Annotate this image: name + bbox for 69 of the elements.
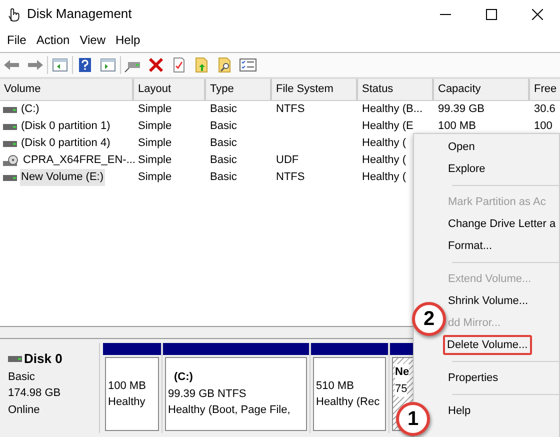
menu-option[interactable]: Help — [447, 404, 472, 418]
column-header[interactable]: Type — [206, 79, 272, 100]
disk-name: Disk 0 — [24, 350, 62, 368]
disc-drive-icon — [3, 154, 19, 166]
table-cell-text: Basic — [209, 153, 238, 168]
partition-info: Healthy (Boot, Page File, — [168, 403, 290, 418]
column-header[interactable]: Volume — [0, 79, 134, 100]
table-cell-text: Simple — [137, 170, 173, 186]
table-cell-text: 30.6 — [533, 102, 556, 118]
table-cell-text: 99.39 GB — [437, 102, 486, 118]
table-cell-text: Simple — [137, 102, 173, 118]
table-cell-text: Healthy (E — [361, 119, 414, 134]
maximize-icon — [486, 8, 496, 20]
table-cell-text: Simple — [137, 136, 173, 152]
table-cell-text: NTFS — [275, 102, 306, 118]
table-cell-text: Basic — [209, 136, 238, 152]
drive-icon — [3, 140, 17, 146]
window-title: Disk Management — [27, 5, 132, 24]
partition-info: 75 — [395, 380, 408, 397]
table-cell-text: NTFS — [275, 170, 306, 186]
drive-icon — [8, 356, 22, 362]
table-cell-text: 100 MB — [437, 119, 477, 134]
disk-status: Online — [8, 402, 41, 418]
table-cell-text: Healthy ( — [361, 153, 408, 168]
drive-icon — [3, 106, 17, 112]
table-cell-text: Simple — [137, 119, 173, 134]
menu-item[interactable]: Action — [31, 29, 75, 51]
column-header[interactable]: File System — [272, 79, 358, 100]
table-cell-text: Healthy (B... — [361, 102, 424, 118]
table-cell[interactable]: (Disk 0 partition 4) — [20, 135, 112, 152]
column-header[interactable]: Layout — [134, 79, 206, 100]
menu-item[interactable]: Help — [110, 29, 146, 51]
partition-info: 510 MB — [316, 378, 354, 394]
disk-type: Basic — [8, 370, 36, 384]
disk-size: 174.98 GB — [8, 386, 62, 401]
drive-icon — [3, 124, 17, 130]
menu-option[interactable]: Explore — [447, 162, 486, 176]
table-cell-text: UDF — [275, 153, 300, 168]
partition-title: (C:) — [173, 370, 193, 386]
table-cell-text: 100 — [533, 119, 554, 134]
table-cell-text: Healthy ( — [361, 170, 408, 186]
partition-info: 100 MB — [108, 378, 146, 394]
column-header[interactable]: Capacity — [434, 79, 530, 100]
partition-title: Ne — [395, 364, 410, 380]
partition-info: Healthy (Rec — [316, 395, 380, 410]
menu-option[interactable]: Shrink Volume... — [447, 294, 530, 308]
table-cell-text: Basic — [209, 102, 238, 118]
table-cell[interactable]: New Volume (E:) — [20, 169, 105, 186]
menu-item[interactable]: View — [74, 29, 110, 51]
table-cell[interactable]: CPRA_X64FRE_EN-... — [22, 152, 136, 169]
drive-icon — [3, 174, 17, 180]
menu-option[interactable]: Open — [447, 140, 476, 154]
column-header[interactable]: Status — [358, 79, 434, 100]
partition-info: 99.39 GB NTFS — [168, 386, 246, 402]
menu-option[interactable]: Change Drive Letter a — [447, 217, 557, 231]
table-cell[interactable]: (Disk 0 partition 1) — [20, 118, 112, 135]
partition-info: Healthy — [108, 395, 146, 410]
table-cell-text: Healthy ( — [361, 136, 408, 152]
close-icon — [532, 8, 542, 20]
table-cell[interactable]: (C:) — [20, 101, 40, 118]
menu-option[interactable]: Delete Volume... — [443, 335, 532, 355]
partition-header-bar — [103, 343, 161, 355]
table-cell-text: Simple — [137, 153, 173, 168]
menu-option[interactable]: Format... — [447, 239, 494, 253]
column-header[interactable]: Free — [530, 79, 560, 100]
menu-item[interactable]: File — [2, 29, 32, 51]
table-cell-text: Basic — [209, 170, 238, 186]
table-cell-text: Basic — [209, 119, 238, 134]
menu-option[interactable]: Properties — [447, 371, 500, 385]
